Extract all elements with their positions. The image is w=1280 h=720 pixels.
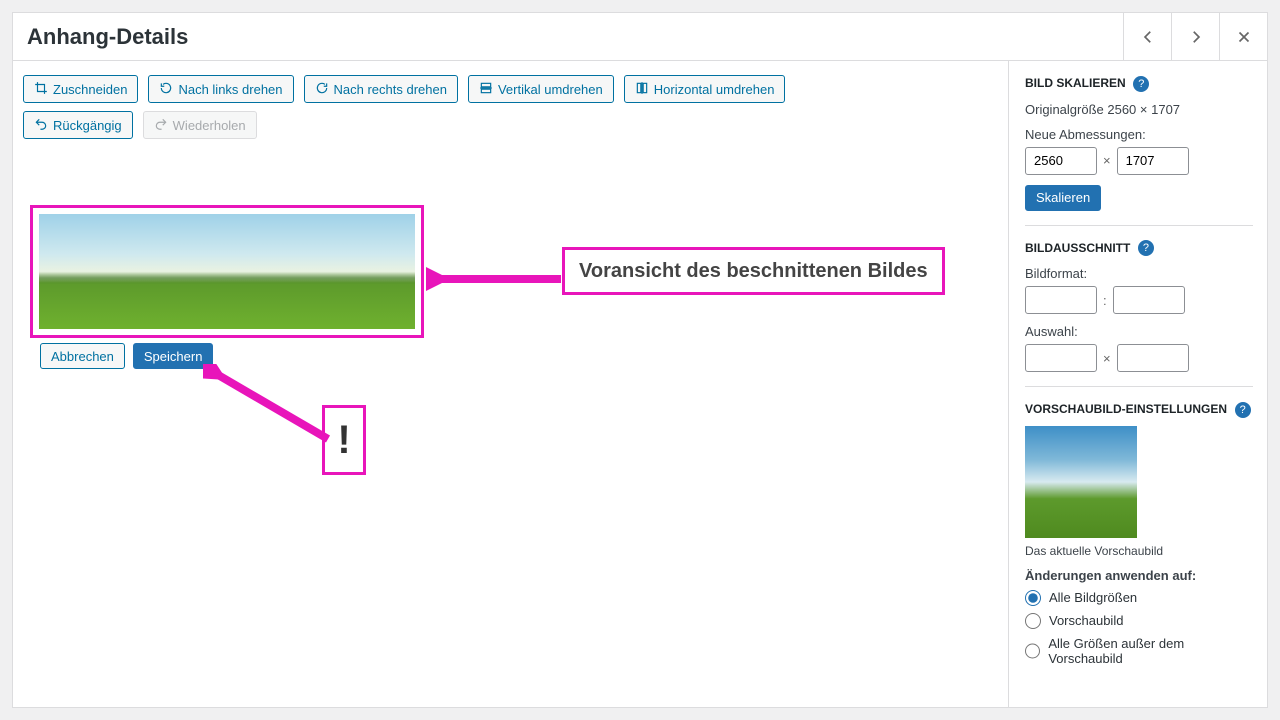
thumbnail-caption: Das aktuelle Vorschaubild	[1025, 544, 1253, 558]
rotate-left-icon	[159, 81, 173, 98]
selection-width-input[interactable]	[1025, 344, 1097, 372]
image-preview[interactable]	[39, 214, 415, 329]
cancel-button[interactable]: Abbrechen	[40, 343, 125, 369]
save-button[interactable]: Speichern	[133, 343, 214, 369]
scale-heading: BILD SKALIEREN	[1025, 76, 1126, 90]
times-separator: ×	[1103, 351, 1111, 366]
scale-width-input[interactable]	[1025, 147, 1097, 175]
selection-label: Auswahl:	[1025, 324, 1253, 339]
rotate-right-icon	[315, 81, 329, 98]
crop-icon	[34, 81, 48, 98]
scale-height-input[interactable]	[1117, 147, 1189, 175]
crop-label: Zuschneiden	[53, 82, 127, 97]
scale-inputs: ×	[1025, 147, 1253, 175]
crop-section: BILDAUSSCHNITT ? Bildformat: : Auswahl: …	[1025, 240, 1253, 388]
radio-thumb-label: Vorschaubild	[1049, 613, 1123, 628]
preview-highlight	[30, 205, 424, 338]
radio-all-label: Alle Bildgrößen	[1049, 590, 1137, 605]
attachment-details-modal: Anhang-Details Zuschneiden Nach links dr…	[12, 12, 1268, 708]
flip-h-label: Horizontal umdrehen	[654, 82, 775, 97]
modal-header: Anhang-Details	[13, 13, 1267, 61]
ratio-label: Bildformat:	[1025, 266, 1253, 281]
image-toolbar: Zuschneiden Nach links drehen Nach recht…	[23, 75, 998, 103]
new-dimensions-label: Neue Abmessungen:	[1025, 127, 1253, 142]
annotation-arrow-preview	[426, 259, 566, 299]
prev-button[interactable]	[1123, 13, 1171, 61]
radio-thumb-input[interactable]	[1025, 613, 1041, 629]
undo-label: Rückgängig	[53, 118, 122, 133]
next-button[interactable]	[1171, 13, 1219, 61]
ratio-separator: :	[1103, 293, 1107, 308]
selection-height-input[interactable]	[1117, 344, 1189, 372]
flip-vertical-button[interactable]: Vertikal umdrehen	[468, 75, 614, 103]
radio-thumbnail[interactable]: Vorschaubild	[1025, 613, 1253, 629]
action-row: Abbrechen Speichern	[40, 343, 213, 369]
rotate-left-label: Nach links drehen	[178, 82, 282, 97]
redo-icon	[154, 117, 168, 134]
radio-except-input[interactable]	[1025, 643, 1040, 659]
modal-body: Zuschneiden Nach links drehen Nach recht…	[13, 61, 1267, 707]
selection-inputs: ×	[1025, 344, 1253, 372]
help-icon[interactable]: ?	[1138, 240, 1154, 256]
undo-button[interactable]: Rückgängig	[23, 111, 133, 139]
rotate-right-button[interactable]: Nach rechts drehen	[304, 75, 458, 103]
flip-v-label: Vertikal umdrehen	[498, 82, 603, 97]
apply-label: Änderungen anwenden auf:	[1025, 568, 1253, 583]
thumbnail-preview	[1025, 426, 1137, 538]
annotation-preview-label: Voransicht des beschnittenen Bildes	[562, 247, 945, 295]
thumbnail-section: VORSCHAUBILD-EINSTELLUNGEN ? Das aktuell…	[1025, 401, 1253, 687]
annotation-exclaim: !	[322, 405, 366, 475]
times-separator: ×	[1103, 153, 1111, 168]
radio-except-label: Alle Größen außer dem Vorschaubild	[1048, 636, 1253, 666]
sidebar: BILD SKALIEREN ? Originalgröße 2560 × 17…	[1008, 61, 1267, 707]
original-size-label: Originalgröße 2560 × 1707	[1025, 102, 1253, 117]
flip-horizontal-button[interactable]: Horizontal umdrehen	[624, 75, 786, 103]
rotate-left-button[interactable]: Nach links drehen	[148, 75, 293, 103]
ratio-inputs: :	[1025, 286, 1253, 314]
flip-vertical-icon	[479, 81, 493, 98]
undo-icon	[34, 117, 48, 134]
help-icon[interactable]: ?	[1235, 402, 1251, 418]
ratio-x-input[interactable]	[1025, 286, 1097, 314]
rotate-right-label: Nach rechts drehen	[334, 82, 447, 97]
close-button[interactable]	[1219, 13, 1267, 61]
redo-button: Wiederholen	[143, 111, 257, 139]
scale-section: BILD SKALIEREN ? Originalgröße 2560 × 17…	[1025, 75, 1253, 226]
redo-label: Wiederholen	[173, 118, 246, 133]
radio-all-sizes[interactable]: Alle Bildgrößen	[1025, 590, 1253, 606]
history-toolbar: Rückgängig Wiederholen	[23, 111, 998, 139]
thumb-heading: VORSCHAUBILD-EINSTELLUNGEN	[1025, 402, 1227, 416]
flip-horizontal-icon	[635, 81, 649, 98]
help-icon[interactable]: ?	[1133, 76, 1149, 92]
ratio-y-input[interactable]	[1113, 286, 1185, 314]
editor-panel: Zuschneiden Nach links drehen Nach recht…	[13, 61, 1008, 707]
radio-all-input[interactable]	[1025, 590, 1041, 606]
crop-button[interactable]: Zuschneiden	[23, 75, 138, 103]
modal-title: Anhang-Details	[13, 24, 1123, 50]
crop-heading: BILDAUSSCHNITT	[1025, 241, 1130, 255]
scale-button[interactable]: Skalieren	[1025, 185, 1101, 211]
radio-except-thumbnail[interactable]: Alle Größen außer dem Vorschaubild	[1025, 636, 1253, 666]
